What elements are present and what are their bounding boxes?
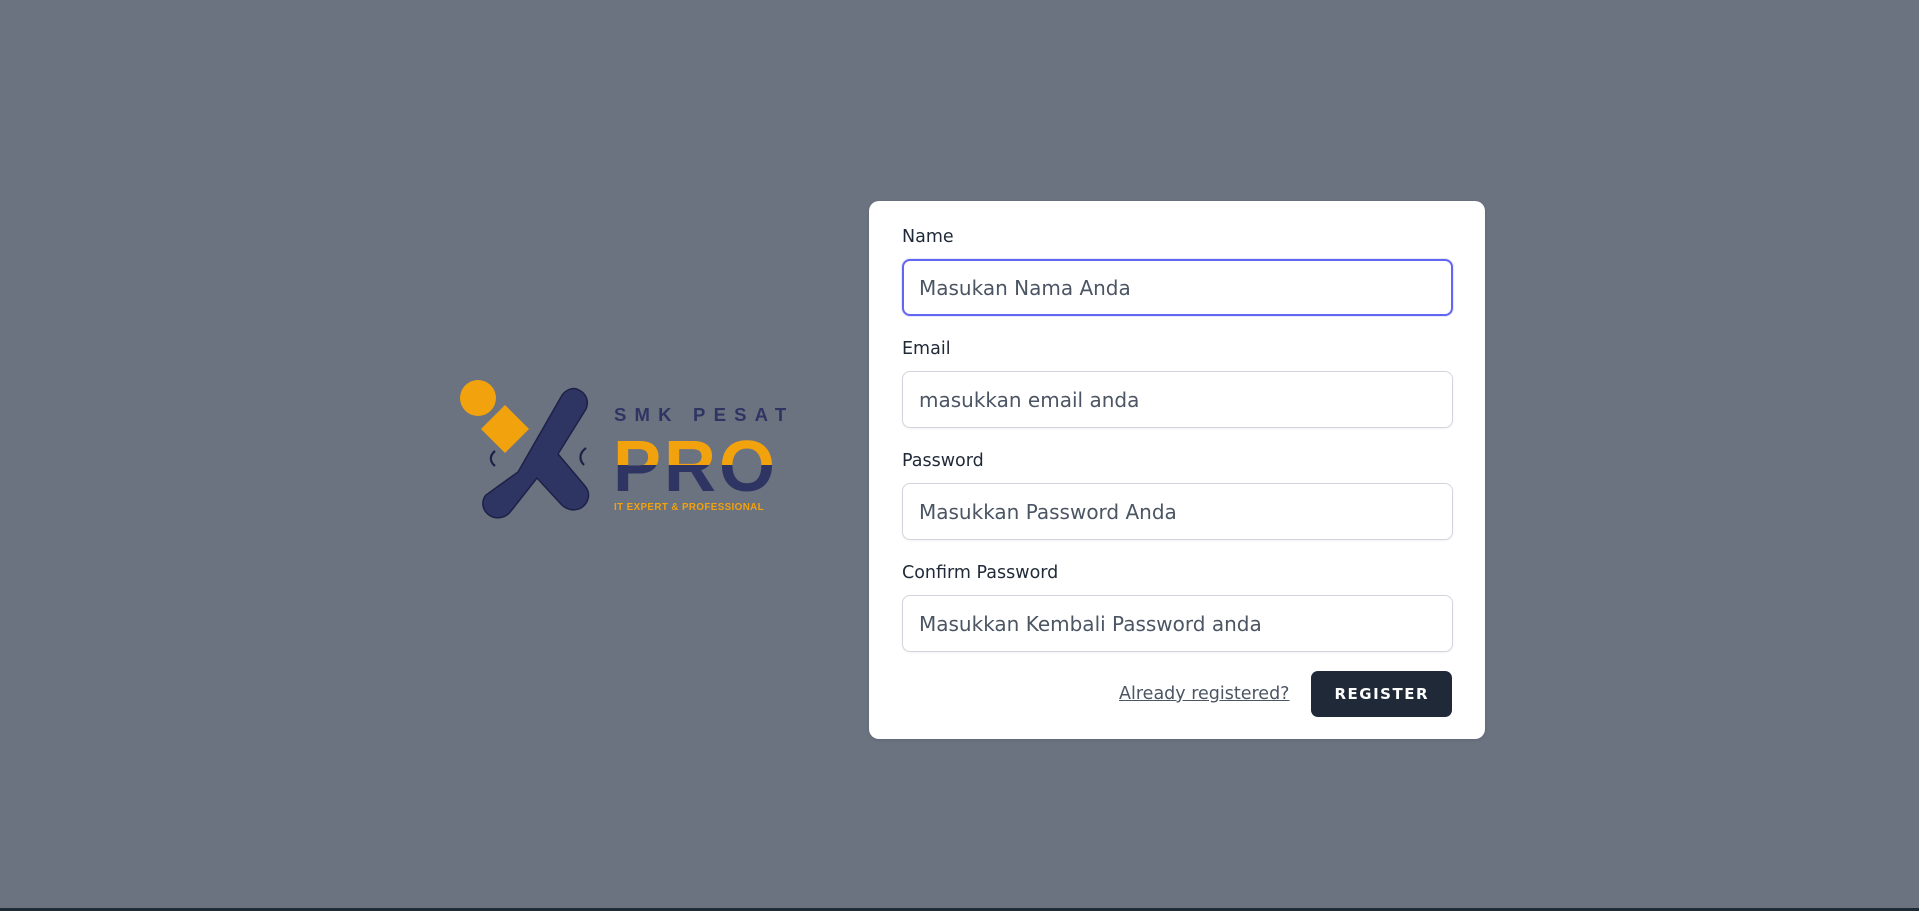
smk-pesat-pro-logo-icon: SMK PESAT PRO PRO IT EXPERT & PROFESSION… <box>460 380 792 519</box>
email-label: Email <box>902 339 951 359</box>
name-input[interactable] <box>902 259 1453 316</box>
x-shape-icon <box>482 387 590 519</box>
confirm-password-field: Confirm Password <box>902 562 1453 652</box>
school-logo: SMK PESAT PRO PRO IT EXPERT & PROFESSION… <box>458 376 792 524</box>
name-label: Name <box>902 227 954 247</box>
password-label: Password <box>902 451 984 471</box>
register-card: Name Email Password Confirm Password Alr… <box>869 201 1485 739</box>
person-head-icon <box>460 380 496 416</box>
register-button[interactable]: REGISTER <box>1311 671 1452 717</box>
confirm-password-input[interactable] <box>902 595 1453 652</box>
password-field: Password <box>902 450 1453 540</box>
email-input[interactable] <box>902 371 1453 428</box>
password-input[interactable] <box>902 483 1453 540</box>
already-registered-link[interactable]: Already registered? <box>1119 684 1289 704</box>
name-field: Name <box>902 226 1453 316</box>
form-actions: Already registered? REGISTER <box>1119 671 1452 717</box>
confirm-password-label: Confirm Password <box>902 563 1059 583</box>
email-field: Email <box>902 338 1453 428</box>
tagline-text: IT EXPERT & PROFESSIONAL <box>614 502 764 513</box>
brand-top-text: SMK PESAT <box>614 404 792 425</box>
